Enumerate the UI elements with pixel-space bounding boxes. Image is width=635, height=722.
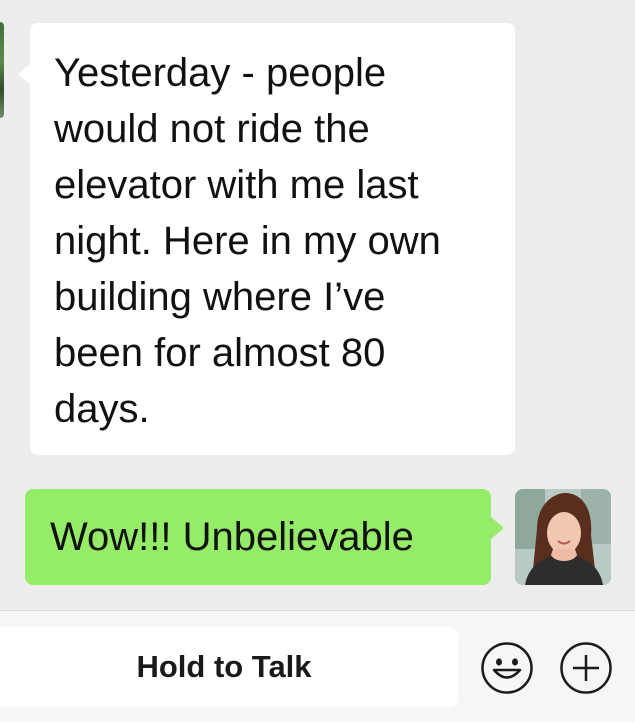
outgoing-message-bubble[interactable]: Wow!!! Unbelievable [25, 489, 504, 585]
hold-to-talk-button[interactable]: Hold to Talk [0, 627, 458, 707]
plus-circle-icon[interactable] [559, 641, 613, 695]
sender-avatar[interactable] [0, 22, 4, 118]
incoming-message-bubble[interactable]: Yesterday - people would not ride the el… [18, 23, 515, 455]
outgoing-message-text: Wow!!! Unbelievable [50, 514, 414, 559]
own-avatar[interactable] [515, 489, 611, 585]
smiley-face-icon[interactable] [480, 641, 534, 695]
input-bar: Hold to Talk [0, 610, 635, 722]
chat-area: Yesterday - people would not ride the el… [0, 0, 635, 610]
incoming-message-text: Yesterday - people would not ride the el… [54, 51, 441, 431]
